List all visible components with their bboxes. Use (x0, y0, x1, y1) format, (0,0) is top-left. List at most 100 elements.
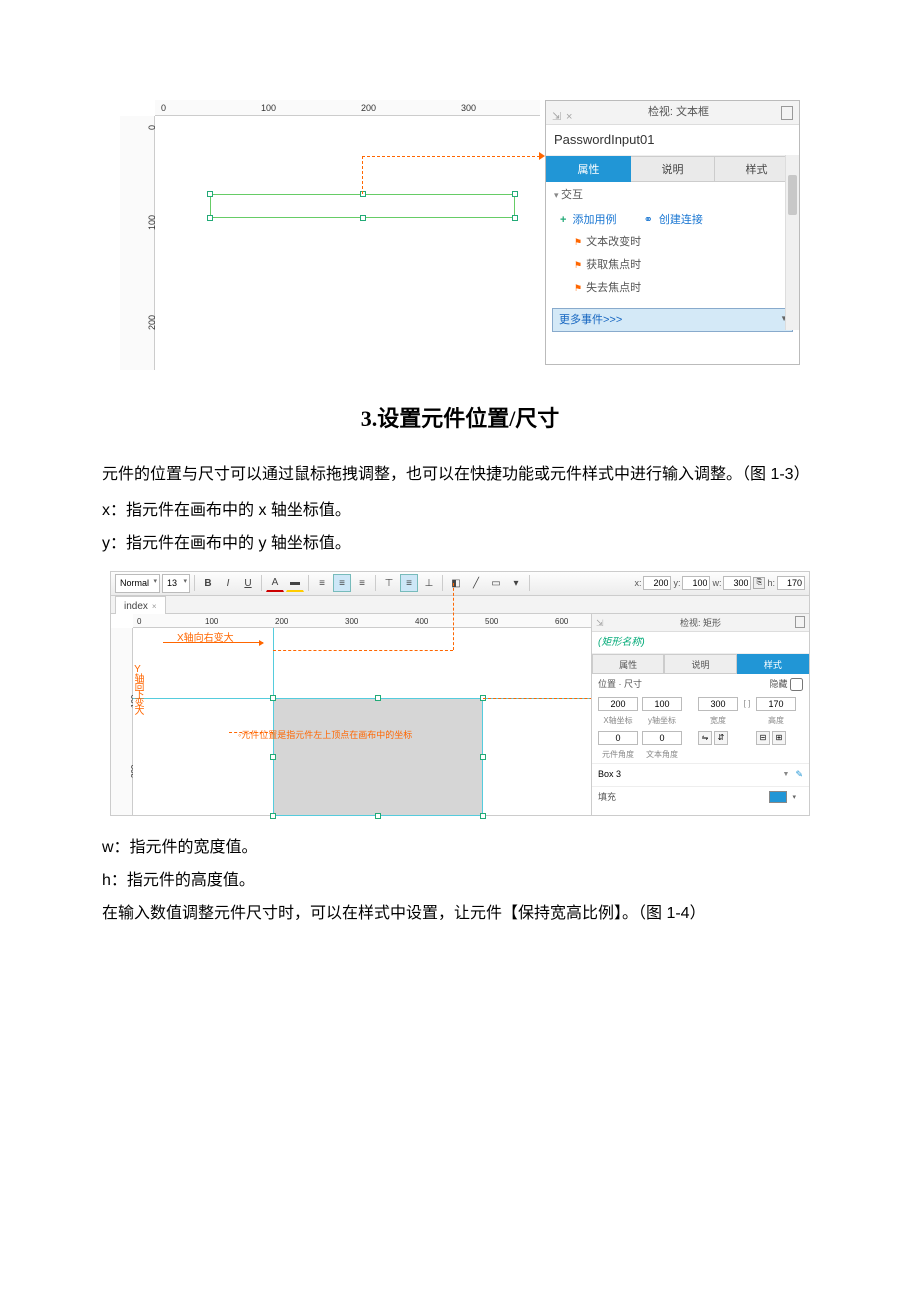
page-tabs: index× (111, 596, 809, 614)
create-link-link[interactable]: 创建连接 (659, 214, 703, 226)
ruler-horizontal: 0 100 200 300 (155, 100, 540, 116)
fill-color-button[interactable]: ▬ (286, 574, 304, 592)
fill-color-swatch[interactable] (769, 791, 787, 803)
border-button[interactable]: ▭ (487, 574, 505, 592)
event-item[interactable]: ⚑文本改变时 (546, 231, 799, 254)
body-text: 在输入数值调整元件尺寸时，可以在样式中设置，让元件【保持宽高比例】。（图 1-4… (70, 900, 850, 927)
field-label: 高度 (756, 714, 796, 728)
align-icon[interactable]: ⊟ (756, 731, 770, 745)
style-select[interactable]: Normal (115, 574, 160, 593)
more-button[interactable]: ▾ (507, 574, 525, 592)
selected-rectangle[interactable] (273, 698, 483, 816)
rotation-input[interactable] (598, 731, 638, 745)
valign-bottom-button[interactable]: ⊥ (420, 574, 438, 592)
canvas-area: 0 100 200 300 0 100 200 (120, 100, 540, 370)
tick: 100 (261, 101, 276, 116)
align-icon[interactable]: ⊞ (772, 731, 786, 745)
line-button[interactable]: ╱ (467, 574, 485, 592)
valign-top-button[interactable]: ⊤ (380, 574, 398, 592)
field-label: y轴坐标 (642, 714, 682, 728)
x-label: x: (634, 576, 641, 591)
tick: 0 (137, 615, 141, 629)
body-text: x：指元件在画布中的 x 轴坐标值。 (102, 497, 850, 524)
flag-icon: ⚑ (574, 260, 582, 270)
event-item[interactable]: ⚑失去焦点时 (546, 277, 799, 300)
valign-middle-button[interactable]: ≡ (400, 574, 418, 592)
x-input[interactable] (643, 576, 671, 590)
tab-properties[interactable]: 属性 (592, 654, 664, 674)
style-select-row[interactable]: Box 3 ▼ ✎ (592, 763, 809, 786)
tabs: 属性 说明 样式 (546, 156, 799, 182)
tab-style[interactable]: 样式 (737, 654, 809, 674)
underline-button[interactable]: U (239, 574, 257, 592)
body-text: w：指元件的宽度值。 (102, 834, 850, 861)
widget-name-field[interactable]: PasswordInput01 (546, 125, 799, 156)
widget-name-field[interactable]: (矩形名称) (592, 632, 809, 654)
align-left-button[interactable]: ≡ (313, 574, 331, 592)
flip-h-icon[interactable]: ⇋ (698, 731, 712, 745)
pin-icon[interactable]: ⇲ (596, 614, 604, 632)
tick: 300 (345, 615, 358, 629)
more-events-dropdown[interactable]: 更多事件>>> ▼ (552, 308, 793, 333)
annotation-line (229, 732, 273, 733)
fill-button[interactable]: ◧ (447, 574, 465, 592)
w-label: w: (712, 576, 721, 591)
field-label: X轴坐标 (598, 714, 638, 728)
field-label: 元件角度 (598, 748, 638, 762)
body-text: y：指元件在画布中的 y 轴坐标值。 (102, 530, 850, 557)
close-icon[interactable]: × (566, 108, 576, 118)
annotation-text: Y轴向下变大 (129, 664, 146, 713)
link-icon: ⚭ (644, 214, 653, 226)
event-item[interactable]: ⚑获取焦点时 (546, 254, 799, 277)
flag-icon: ⚑ (574, 283, 582, 293)
style-y-input[interactable] (642, 697, 682, 711)
w-input[interactable] (723, 576, 751, 590)
h-input[interactable] (777, 576, 805, 590)
lock-ratio-icon[interactable]: [ ] (742, 697, 752, 711)
tick: 300 (461, 101, 476, 116)
align-right-button[interactable]: ≡ (353, 574, 371, 592)
flag-icon: ⚑ (574, 237, 582, 247)
position-size-grid: [ ] X轴坐标 y轴坐标 宽度 高度 ⇋ ⇵ ⊟ ⊞ (592, 695, 809, 763)
italic-button[interactable]: I (219, 574, 237, 592)
section-interaction[interactable]: 交互 (546, 182, 799, 209)
tab-notes[interactable]: 说明 (631, 156, 715, 182)
field-label: 文本角度 (642, 748, 682, 762)
annotation-line (362, 156, 540, 157)
fill-row: 填充 (592, 787, 809, 808)
page-icon[interactable] (781, 106, 793, 120)
tick: 400 (415, 615, 428, 629)
selected-widget[interactable] (210, 194, 515, 218)
annotation-line (453, 583, 454, 650)
canvas[interactable] (155, 116, 540, 370)
page-icon[interactable] (795, 616, 805, 628)
close-icon[interactable]: × (152, 602, 157, 611)
font-size-select[interactable]: 13 (162, 574, 190, 593)
style-h-input[interactable] (756, 697, 796, 711)
scrollbar[interactable] (785, 155, 799, 330)
text-rotation-input[interactable] (642, 731, 682, 745)
canvas[interactable]: X轴向右变大 Y轴向下变大 ◦元件位置是指元件左上顶点在画布中的坐标 (133, 628, 591, 815)
tick: 200 (361, 101, 376, 116)
ruler-vertical: 0 100 200 (120, 116, 155, 370)
add-case-link[interactable]: 添加用例 (573, 214, 617, 226)
flip-v-icon[interactable]: ⇵ (714, 731, 728, 745)
bold-button[interactable]: B (199, 574, 217, 592)
text-color-button[interactable]: A (266, 574, 284, 592)
body-text: h：指元件的高度值。 (102, 867, 850, 894)
panel-title: 检视: 文本框 (576, 103, 781, 122)
page-tab[interactable]: index× (115, 596, 166, 616)
align-center-button[interactable]: ≡ (333, 574, 351, 592)
tick: 500 (485, 615, 498, 629)
style-w-input[interactable] (698, 697, 738, 711)
pin-icon[interactable]: ⇲ (552, 108, 562, 118)
tab-notes[interactable]: 说明 (664, 654, 736, 674)
hide-checkbox[interactable] (790, 678, 803, 691)
ruler-vertical: 100 200 (111, 628, 133, 815)
lock-ratio-icon[interactable]: ⎘ (753, 577, 765, 589)
edit-icon[interactable]: ✎ (795, 767, 803, 782)
annotation-line (362, 156, 363, 194)
tab-properties[interactable]: 属性 (546, 156, 631, 182)
y-input[interactable] (682, 576, 710, 590)
style-x-input[interactable] (598, 697, 638, 711)
